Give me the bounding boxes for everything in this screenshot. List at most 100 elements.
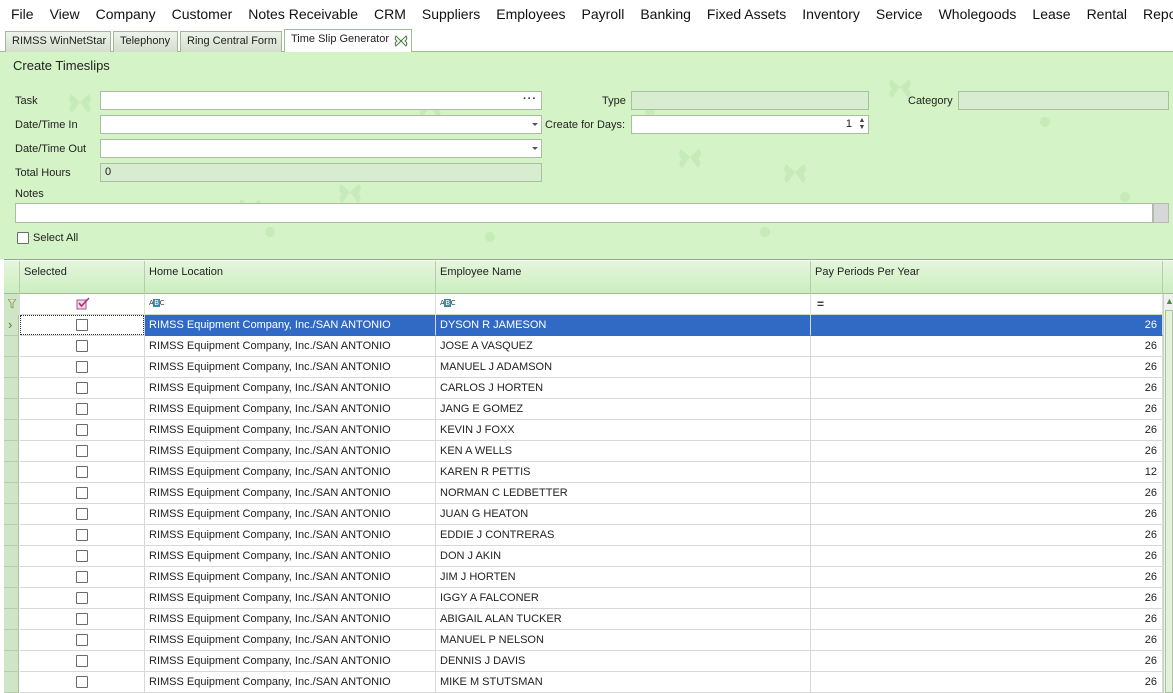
cell-home-location[interactable]: RIMSS Equipment Company, Inc./SAN ANTONI… bbox=[145, 315, 436, 336]
cell-employee-name[interactable]: NORMAN C LEDBETTER bbox=[436, 483, 811, 504]
cell-home-location[interactable]: RIMSS Equipment Company, Inc./SAN ANTONI… bbox=[145, 567, 436, 588]
row-indicator[interactable] bbox=[4, 399, 19, 420]
task-input[interactable]: ··· bbox=[100, 91, 542, 110]
cell-pay-periods[interactable]: 26 bbox=[811, 399, 1163, 420]
column-header-home-location[interactable]: Home Location bbox=[145, 261, 436, 294]
row-indicator[interactable] bbox=[4, 672, 19, 693]
cell-home-location[interactable]: RIMSS Equipment Company, Inc./SAN ANTONI… bbox=[145, 357, 436, 378]
cell-home-location[interactable]: RIMSS Equipment Company, Inc./SAN ANTONI… bbox=[145, 672, 436, 693]
cell-home-location[interactable]: RIMSS Equipment Company, Inc./SAN ANTONI… bbox=[145, 651, 436, 672]
cell-pay-periods[interactable]: 26 bbox=[811, 420, 1163, 441]
cell-employee-name[interactable]: JUAN G HEATON bbox=[436, 504, 811, 525]
table-row[interactable]: RIMSS Equipment Company, Inc./SAN ANTONI… bbox=[4, 567, 1163, 588]
row-select-checkbox[interactable] bbox=[76, 340, 88, 352]
menu-view[interactable]: View bbox=[42, 0, 88, 28]
tab-ring-central-form[interactable]: Ring Central Form bbox=[180, 31, 282, 52]
row-indicator[interactable] bbox=[4, 588, 19, 609]
cell-pay-periods[interactable]: 26 bbox=[811, 525, 1163, 546]
row-select-checkbox[interactable] bbox=[76, 424, 88, 436]
chevron-down-icon[interactable] bbox=[532, 147, 538, 150]
cell-home-location[interactable]: RIMSS Equipment Company, Inc./SAN ANTONI… bbox=[145, 336, 436, 357]
table-row[interactable]: RIMSS Equipment Company, Inc./SAN ANTONI… bbox=[4, 483, 1163, 504]
notes-input[interactable] bbox=[15, 203, 1153, 223]
table-row[interactable]: RIMSS Equipment Company, Inc./SAN ANTONI… bbox=[4, 609, 1163, 630]
menu-rental[interactable]: Rental bbox=[1079, 0, 1135, 28]
cell-employee-name[interactable]: CARLOS J HORTEN bbox=[436, 378, 811, 399]
row-select-checkbox[interactable] bbox=[76, 592, 88, 604]
spin-arrows-icon[interactable]: ▲ ▼ bbox=[857, 117, 867, 132]
cell-pay-periods[interactable]: 26 bbox=[811, 609, 1163, 630]
cell-pay-periods[interactable]: 26 bbox=[811, 441, 1163, 462]
cell-employee-name[interactable]: KEVIN J FOXX bbox=[436, 420, 811, 441]
cell-pay-periods[interactable]: 26 bbox=[811, 672, 1163, 693]
datetime-out-dropdown[interactable] bbox=[100, 139, 542, 158]
row-select-checkbox[interactable] bbox=[76, 655, 88, 667]
row-indicator[interactable] bbox=[4, 441, 19, 462]
table-row[interactable]: RIMSS Equipment Company, Inc./SAN ANTONI… bbox=[4, 525, 1163, 546]
cell-employee-name[interactable]: ABIGAIL ALAN TUCKER bbox=[436, 609, 811, 630]
cell-employee-name[interactable]: MANUEL P NELSON bbox=[436, 630, 811, 651]
column-header-selected[interactable]: Selected bbox=[20, 261, 145, 294]
cell-pay-periods[interactable]: 26 bbox=[811, 357, 1163, 378]
table-row[interactable]: RIMSS Equipment Company, Inc./SAN ANTONI… bbox=[4, 588, 1163, 609]
cell-pay-periods[interactable]: 26 bbox=[811, 504, 1163, 525]
menu-employees[interactable]: Employees bbox=[488, 0, 573, 28]
cell-employee-name[interactable]: DYSON R JAMESON bbox=[436, 315, 811, 336]
row-indicator[interactable] bbox=[4, 462, 19, 483]
row-select-checkbox[interactable] bbox=[76, 508, 88, 520]
butterfly-close-icon[interactable] bbox=[394, 34, 408, 48]
cell-pay-periods[interactable]: 26 bbox=[811, 378, 1163, 399]
chevron-down-icon[interactable] bbox=[532, 123, 538, 126]
table-row[interactable]: RIMSS Equipment Company, Inc./SAN ANTONI… bbox=[4, 357, 1163, 378]
row-indicator[interactable] bbox=[4, 504, 19, 525]
menu-customer[interactable]: Customer bbox=[164, 0, 241, 28]
cell-home-location[interactable]: RIMSS Equipment Company, Inc./SAN ANTONI… bbox=[145, 630, 436, 651]
cell-employee-name[interactable]: DENNIS J DAVIS bbox=[436, 651, 811, 672]
cell-home-location[interactable]: RIMSS Equipment Company, Inc./SAN ANTONI… bbox=[145, 420, 436, 441]
filter-pay-periods[interactable]: = bbox=[811, 294, 1163, 315]
menu-suppliers[interactable]: Suppliers bbox=[414, 0, 488, 28]
table-row[interactable]: RIMSS Equipment Company, Inc./SAN ANTONI… bbox=[4, 504, 1163, 525]
row-indicator[interactable] bbox=[4, 483, 19, 504]
cell-pay-periods[interactable]: 12 bbox=[811, 462, 1163, 483]
cell-employee-name[interactable]: MANUEL J ADAMSON bbox=[436, 357, 811, 378]
row-select-checkbox[interactable] bbox=[76, 676, 88, 688]
row-select-checkbox[interactable] bbox=[76, 382, 88, 394]
scroll-up-icon[interactable]: ▲ bbox=[1165, 294, 1173, 308]
cell-home-location[interactable]: RIMSS Equipment Company, Inc./SAN ANTONI… bbox=[145, 483, 436, 504]
cell-employee-name[interactable]: MIKE M STUTSMAN bbox=[436, 672, 811, 693]
cell-pay-periods[interactable]: 26 bbox=[811, 588, 1163, 609]
cell-home-location[interactable]: RIMSS Equipment Company, Inc./SAN ANTONI… bbox=[145, 588, 436, 609]
cell-home-location[interactable]: RIMSS Equipment Company, Inc./SAN ANTONI… bbox=[145, 441, 436, 462]
menu-service[interactable]: Service bbox=[868, 0, 931, 28]
scrollbar-thumb[interactable] bbox=[1165, 310, 1173, 693]
vertical-scrollbar[interactable]: ▲ bbox=[1163, 294, 1173, 693]
column-header-employee-name[interactable]: Employee Name bbox=[436, 261, 811, 294]
row-indicator[interactable] bbox=[4, 420, 19, 441]
table-row[interactable]: RIMSS Equipment Company, Inc./SAN ANTONI… bbox=[4, 462, 1163, 483]
menu-file[interactable]: File bbox=[3, 0, 42, 28]
table-row[interactable]: RIMSS Equipment Company, Inc./SAN ANTONI… bbox=[4, 336, 1163, 357]
cell-pay-periods[interactable]: 26 bbox=[811, 546, 1163, 567]
cell-employee-name[interactable]: JIM J HORTEN bbox=[436, 567, 811, 588]
row-indicator[interactable] bbox=[4, 525, 19, 546]
tab-telephony[interactable]: Telephony bbox=[113, 31, 178, 52]
cell-pay-periods[interactable]: 26 bbox=[811, 651, 1163, 672]
row-indicator[interactable]: › bbox=[4, 315, 19, 336]
cell-home-location[interactable]: RIMSS Equipment Company, Inc./SAN ANTONI… bbox=[145, 378, 436, 399]
cell-pay-periods[interactable]: 26 bbox=[811, 483, 1163, 504]
menu-payroll[interactable]: Payroll bbox=[574, 0, 633, 28]
filter-home-location[interactable]: ABC bbox=[145, 294, 436, 315]
menu-notes-receivable[interactable]: Notes Receivable bbox=[240, 0, 366, 28]
notes-scrollbar[interactable] bbox=[1153, 203, 1169, 223]
cell-pay-periods[interactable]: 26 bbox=[811, 336, 1163, 357]
row-indicator[interactable] bbox=[4, 567, 19, 588]
menu-fixed-assets[interactable]: Fixed Assets bbox=[699, 0, 794, 28]
row-indicator[interactable] bbox=[4, 336, 19, 357]
datetime-in-dropdown[interactable] bbox=[100, 115, 542, 134]
table-row[interactable]: RIMSS Equipment Company, Inc./SAN ANTONI… bbox=[4, 378, 1163, 399]
row-select-checkbox[interactable] bbox=[76, 487, 88, 499]
cell-home-location[interactable]: RIMSS Equipment Company, Inc./SAN ANTONI… bbox=[145, 504, 436, 525]
create-days-stepper[interactable]: 1 ▲ ▼ bbox=[631, 115, 869, 134]
row-select-checkbox[interactable] bbox=[76, 550, 88, 562]
